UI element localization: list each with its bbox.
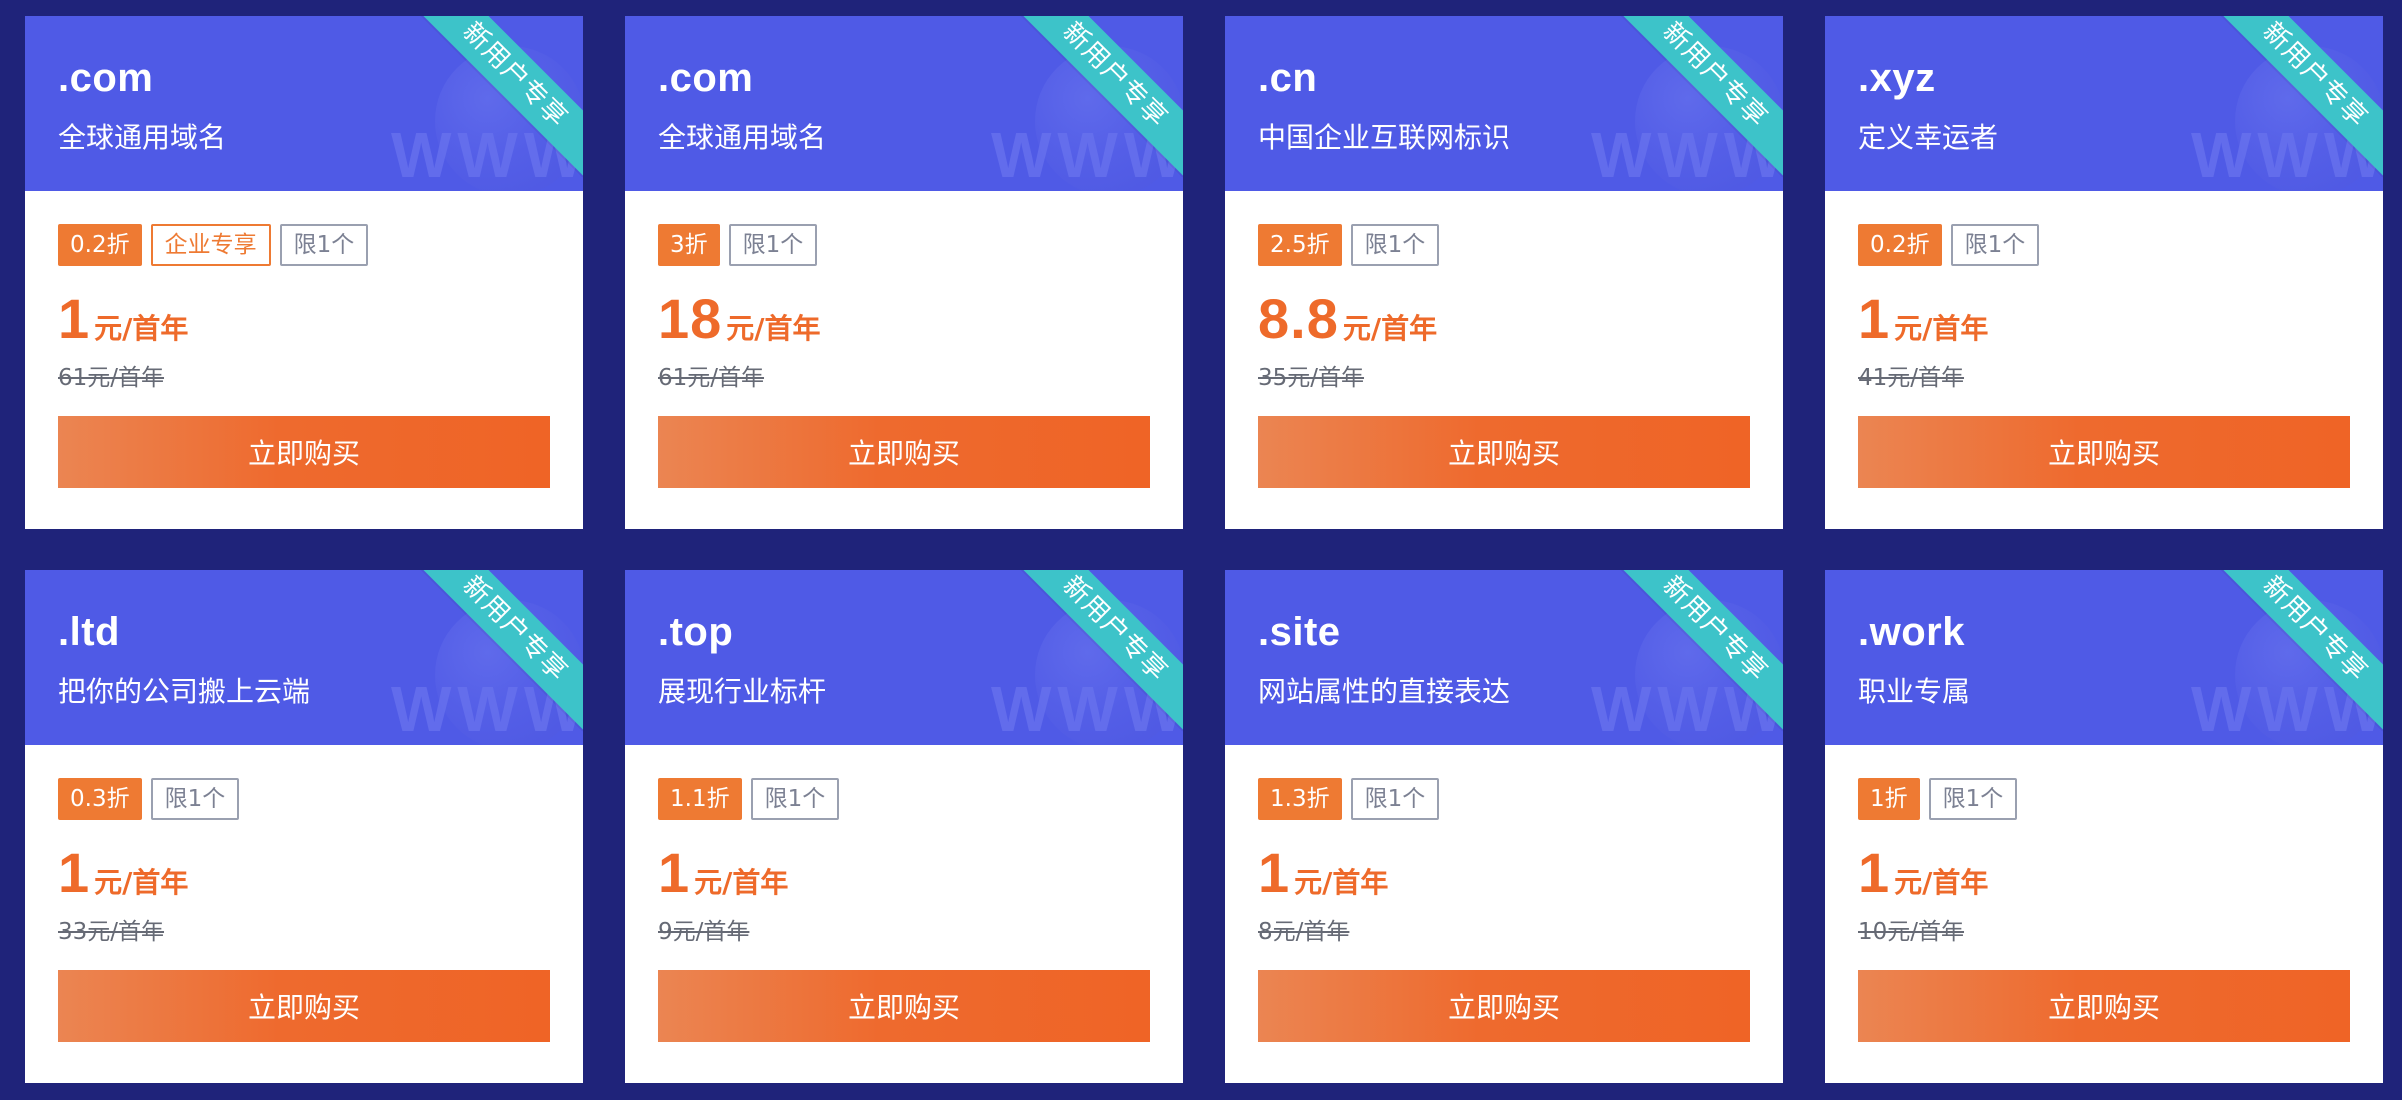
card-header: WWW 新用户专享 .ltd 把你的公司搬上云端 [25, 570, 583, 745]
original-price: 41元/首年 [1858, 365, 1965, 391]
limit-badge: 限1个 [150, 778, 240, 820]
price-unit: 元/首年 [94, 866, 189, 899]
price-amount: 8.8 [1258, 287, 1339, 350]
price-unit: 元/首年 [1342, 312, 1438, 345]
discount-badge: 1.3折 [1258, 778, 1342, 820]
buy-now-button[interactable]: 立即购买 [1858, 416, 2350, 488]
badge-row: 1.1折 限1个 [658, 778, 840, 820]
limit-badge: 限1个 [1350, 224, 1440, 266]
domain-card: WWW 新用户专享 .xyz 定义幸运者 0.2折 限1个 1 元/首年 41元/… [1825, 16, 2383, 529]
price: 1 元/首年 [1858, 840, 1988, 905]
price: 18 元/首年 [658, 286, 821, 351]
discount-badge: 3折 [658, 224, 720, 266]
discount-badge: 1折 [1858, 778, 1920, 820]
limit-badge: 限1个 [1350, 778, 1440, 820]
limit-badge: 限1个 [279, 224, 369, 266]
price-unit: 元/首年 [1894, 312, 1989, 345]
price-amount: 18 [658, 287, 723, 350]
discount-badge: 0.3折 [58, 778, 142, 820]
domain-card: WWW 新用户专享 .com 全球通用域名 3折 限1个 18 元/首年 61元/… [625, 16, 1183, 529]
card-header: WWW 新用户专享 .site 网站属性的直接表达 [1225, 570, 1783, 745]
domain-description: 网站属性的直接表达 [1258, 675, 1511, 708]
discount-badge: 0.2折 [58, 224, 142, 266]
price-amount: 1 [658, 841, 691, 904]
buy-now-button[interactable]: 立即购买 [1258, 416, 1750, 488]
price-unit: 元/首年 [1894, 866, 1989, 899]
domain-card: WWW 新用户专享 .ltd 把你的公司搬上云端 0.3折 限1个 1 元/首年 … [25, 570, 583, 1083]
original-price: 35元/首年 [1258, 365, 1365, 391]
buy-now-button[interactable]: 立即购买 [658, 416, 1150, 488]
domain-description: 定义幸运者 [1858, 121, 1999, 154]
badge-row: 1.3折 限1个 [1258, 778, 1440, 820]
domain-description: 全球通用域名 [58, 121, 227, 154]
price: 1 元/首年 [658, 840, 788, 905]
discount-badge: 0.2折 [1858, 224, 1942, 266]
domain-description: 展现行业标杆 [658, 675, 827, 708]
domain-name: .com [58, 56, 154, 100]
card-header: WWW 新用户专享 .com 全球通用域名 [625, 16, 1183, 191]
card-header: WWW 新用户专享 .xyz 定义幸运者 [1825, 16, 2383, 191]
enterprise-badge: 企业专享 [150, 224, 271, 266]
original-price: 8元/首年 [1258, 919, 1350, 945]
discount-badge: 1.1折 [658, 778, 742, 820]
price-unit: 元/首年 [726, 312, 821, 345]
price-amount: 1 [1858, 841, 1891, 904]
domain-name: .work [1858, 610, 1965, 654]
price: 1 元/首年 [58, 840, 188, 905]
buy-now-button[interactable]: 立即购买 [658, 970, 1150, 1042]
domain-description: 中国企业互联网标识 [1258, 121, 1511, 154]
buy-now-button[interactable]: 立即购买 [1858, 970, 2350, 1042]
badge-row: 0.2折 企业专享 限1个 [58, 224, 369, 266]
domain-card-grid: WWW 新用户专享 .com 全球通用域名 0.2折 企业专享 限1个 1 元/首… [25, 16, 2383, 1083]
badge-row: 1折 限1个 [1858, 778, 2018, 820]
buy-now-button[interactable]: 立即购买 [58, 970, 550, 1042]
original-price: 10元/首年 [1858, 919, 1965, 945]
original-price: 61元/首年 [58, 365, 165, 391]
domain-name: .xyz [1858, 56, 1936, 100]
price: 1 元/首年 [58, 286, 188, 351]
domain-card: WWW 新用户专享 .com 全球通用域名 0.2折 企业专享 限1个 1 元/首… [25, 16, 583, 529]
domain-description: 把你的公司搬上云端 [58, 675, 311, 708]
badge-row: 2.5折 限1个 [1258, 224, 1440, 266]
domain-name: .ltd [58, 610, 120, 654]
card-header: WWW 新用户专享 .work 职业专属 [1825, 570, 2383, 745]
limit-badge: 限1个 [728, 224, 818, 266]
badge-row: 3折 限1个 [658, 224, 818, 266]
domain-name: .cn [1258, 56, 1318, 100]
badge-row: 0.2折 限1个 [1858, 224, 2040, 266]
limit-badge: 限1个 [750, 778, 840, 820]
price-amount: 1 [58, 841, 91, 904]
price-unit: 元/首年 [1294, 866, 1389, 899]
limit-badge: 限1个 [1928, 778, 2018, 820]
original-price: 9元/首年 [658, 919, 750, 945]
domain-description: 全球通用域名 [658, 121, 827, 154]
domain-name: .com [658, 56, 754, 100]
domain-card: WWW 新用户专享 .cn 中国企业互联网标识 2.5折 限1个 8.8 元/首年… [1225, 16, 1783, 529]
domain-card: WWW 新用户专享 .work 职业专属 1折 限1个 1 元/首年 10元/首年… [1825, 570, 2383, 1083]
domain-description: 职业专属 [1858, 675, 1971, 708]
price: 1 元/首年 [1858, 286, 1988, 351]
price: 1 元/首年 [1258, 840, 1388, 905]
price: 8.8 元/首年 [1258, 286, 1437, 351]
buy-now-button[interactable]: 立即购买 [58, 416, 550, 488]
price-amount: 1 [1858, 287, 1891, 350]
badge-row: 0.3折 限1个 [58, 778, 240, 820]
price-amount: 1 [1258, 841, 1291, 904]
buy-now-button[interactable]: 立即购买 [1258, 970, 1750, 1042]
card-header: WWW 新用户专享 .com 全球通用域名 [25, 16, 583, 191]
original-price: 33元/首年 [58, 919, 165, 945]
domain-card: WWW 新用户专享 .site 网站属性的直接表达 1.3折 限1个 1 元/首年… [1225, 570, 1783, 1083]
domain-card: WWW 新用户专享 .top 展现行业标杆 1.1折 限1个 1 元/首年 9元/… [625, 570, 1183, 1083]
price-amount: 1 [58, 287, 91, 350]
price-unit: 元/首年 [94, 312, 189, 345]
discount-badge: 2.5折 [1258, 224, 1342, 266]
limit-badge: 限1个 [1950, 224, 2040, 266]
original-price: 61元/首年 [658, 365, 765, 391]
price-unit: 元/首年 [694, 866, 789, 899]
domain-name: .top [658, 610, 734, 654]
card-header: WWW 新用户专享 .top 展现行业标杆 [625, 570, 1183, 745]
domain-name: .site [1258, 610, 1341, 654]
card-header: WWW 新用户专享 .cn 中国企业互联网标识 [1225, 16, 1783, 191]
